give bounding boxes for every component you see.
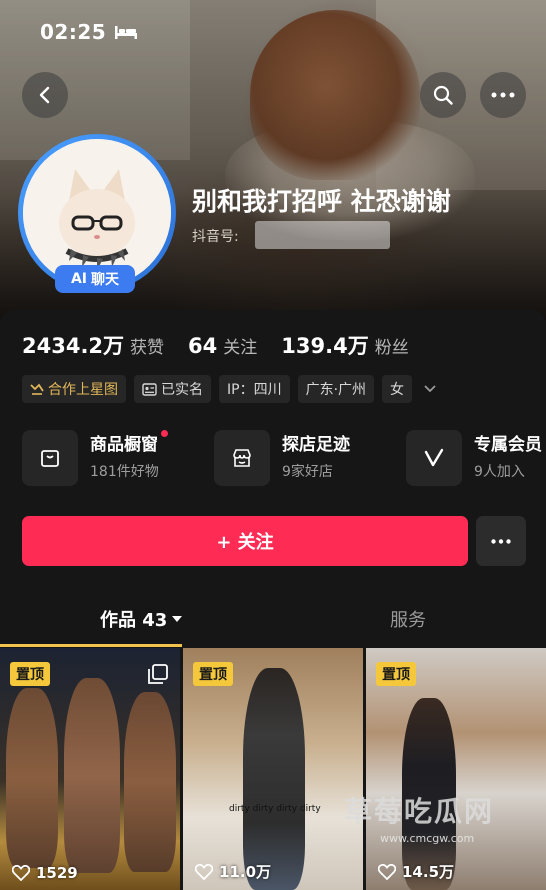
- id-card-icon: [142, 382, 157, 396]
- pinned-badge: 置顶: [10, 662, 50, 686]
- tab-works[interactable]: 作品 43: [100, 606, 183, 632]
- ellipsis-icon: [491, 92, 515, 98]
- tag-label: 女: [390, 382, 405, 398]
- service-subtitle: 9人加入: [474, 464, 525, 480]
- watermark-text: 草莓吃瓜网: [344, 795, 495, 828]
- chevron-left-icon: [39, 86, 50, 104]
- service-subtitle: 9家好店: [282, 464, 333, 480]
- tile-figure: [6, 688, 58, 868]
- following-label[interactable]: 关注: [223, 333, 257, 358]
- v-icon: [424, 448, 444, 467]
- search-button[interactable]: [420, 72, 466, 118]
- back-button[interactable]: [22, 72, 68, 118]
- video-grid: 置顶 1529 dirty dirty dirty dirty 置顶 11.0万…: [0, 648, 546, 890]
- active-tab-indicator: [0, 644, 182, 647]
- likes-count: 1529: [36, 864, 78, 882]
- tag-verified[interactable]: 已实名: [134, 375, 211, 403]
- shop-icon: [233, 449, 251, 467]
- shopping-bag-icon: [41, 450, 59, 467]
- ellipsis-icon: [491, 538, 511, 544]
- more-actions-button[interactable]: [476, 516, 526, 566]
- ai-badge-prefix: AI: [70, 271, 88, 287]
- service-membership[interactable]: 专属会员 9人加入: [406, 430, 542, 492]
- multi-image-icon: [148, 664, 168, 684]
- pinned-badge: 置顶: [193, 662, 233, 686]
- tab-label: 作品 43: [100, 610, 168, 631]
- tab-services[interactable]: 服务: [390, 606, 426, 632]
- watermark-url: www.cmcgw.com: [380, 832, 475, 845]
- video-tile[interactable]: 置顶 14.5万: [366, 648, 546, 890]
- video-likes: 14.5万: [378, 861, 454, 882]
- more-options-button[interactable]: [480, 72, 526, 118]
- service-subtitle: 181件好物: [90, 464, 159, 480]
- tile-figure: [243, 668, 305, 890]
- service-title-text: 商品橱窗: [90, 435, 158, 455]
- following-count[interactable]: 64: [188, 334, 217, 358]
- tag-label: 广东·广州: [305, 382, 367, 398]
- tag-label: 合作上星图: [48, 382, 118, 398]
- douyin-id-label: 抖音号:: [192, 229, 239, 245]
- service-icon-box: [406, 430, 462, 486]
- douyin-id-redacted: [255, 221, 390, 249]
- profile-nickname: 别和我打招呼 社恐谢谢: [192, 187, 451, 216]
- service-store-visits[interactable]: 探店足迹 9家好店: [214, 430, 350, 492]
- star-map-icon: [30, 383, 44, 395]
- status-time: 02:25: [40, 20, 107, 44]
- service-shop-window[interactable]: 商品橱窗 181件好物: [22, 430, 168, 492]
- tag-ip-location: IP：四川: [219, 375, 290, 403]
- tile-figure: [124, 692, 176, 872]
- likes-count: 2434.2万: [22, 334, 125, 358]
- caret-down-icon: [172, 616, 183, 622]
- followers-count[interactable]: 139.4万: [281, 330, 368, 360]
- follow-button[interactable]: + 关注: [22, 516, 468, 566]
- heart-icon: [12, 865, 30, 881]
- video-tile[interactable]: 置顶 1529: [0, 648, 180, 890]
- profile-stats: 2434.2万 获赞 64 关注 139.4万 粉丝: [22, 330, 433, 360]
- chevron-down-icon: [424, 385, 436, 393]
- video-tile[interactable]: dirty dirty dirty dirty 置顶 11.0万: [183, 648, 363, 890]
- tag-city: 广东·广州: [297, 375, 375, 403]
- bed-icon: [115, 26, 137, 39]
- ai-chat-badge[interactable]: AI 聊天: [55, 265, 135, 293]
- video-likes: 11.0万: [195, 861, 271, 882]
- pinned-badge: 置顶: [376, 662, 416, 686]
- profile-tags: 合作上星图 已实名 IP：四川 广东·广州 女: [22, 375, 440, 403]
- tile-figure: [64, 678, 120, 873]
- likes-count: 14.5万: [402, 863, 455, 881]
- tag-star-map[interactable]: 合作上星图: [22, 375, 126, 403]
- tag-gender: 女: [382, 375, 413, 403]
- video-caption: dirty dirty dirty dirty: [229, 804, 321, 814]
- service-icon-box: [214, 430, 270, 486]
- followers-label[interactable]: 粉丝: [375, 333, 409, 358]
- heart-icon: [378, 863, 396, 880]
- tag-label: IP：四川: [227, 382, 282, 398]
- service-title: 商品橱窗: [90, 430, 168, 455]
- ai-badge-label: 聊天: [91, 272, 120, 288]
- likes-label: 获赞: [130, 338, 165, 358]
- service-entries: 商品橱窗 181件好物 探店足迹 9家好店 专属会员 9人加入: [22, 430, 546, 492]
- tab-label: 服务: [390, 610, 426, 631]
- heart-icon: [195, 863, 213, 880]
- tags-expand-button[interactable]: [420, 379, 440, 399]
- service-title: 探店足迹: [282, 435, 350, 455]
- notification-dot: [160, 430, 168, 437]
- video-likes: 1529: [12, 864, 78, 882]
- tag-label: 已实名: [161, 382, 203, 398]
- service-icon-box: [22, 430, 78, 486]
- service-title: 专属会员: [474, 435, 542, 455]
- search-icon: [433, 85, 453, 105]
- likes-count: 11.0万: [219, 863, 272, 881]
